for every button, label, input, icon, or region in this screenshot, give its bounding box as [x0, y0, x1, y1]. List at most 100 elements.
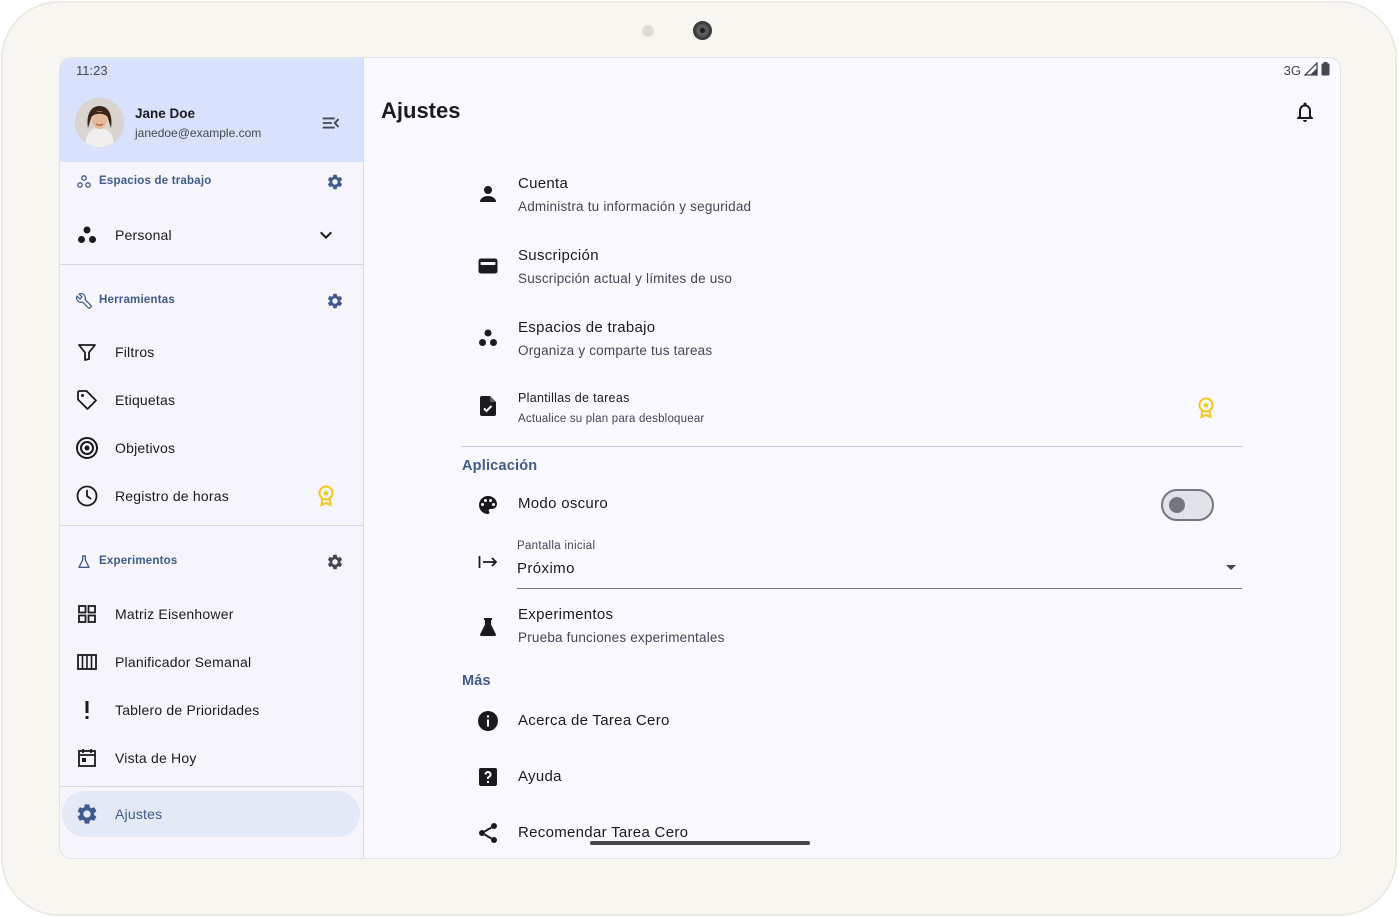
section-title-aplicacion: Aplicación — [462, 458, 538, 474]
experiments-settings-gear-icon[interactable] — [326, 553, 344, 571]
columns-icon — [75, 650, 99, 674]
experiments-header-label: Experimentos — [99, 555, 178, 567]
status-time: 11:23 — [76, 63, 108, 78]
flask-small-icon — [76, 554, 92, 570]
settings-row-cuenta[interactable]: Cuenta Administra tu información y segur… — [462, 168, 1242, 228]
navigation-drawer: 11:23 Jane Doe janedoe@example.com Espac… — [60, 58, 364, 858]
sidebar-item-label: Tablero de Prioridades — [115, 702, 260, 718]
start-screen-arrow-icon — [476, 550, 500, 574]
profile-email: janedoe@example.com — [135, 126, 262, 140]
settings-row-ayuda[interactable]: Ayuda — [462, 754, 1242, 800]
row-subtitle: Administra tu información y seguridad — [518, 199, 752, 214]
row-title: Modo oscuro — [518, 495, 609, 512]
section-divider — [462, 446, 1242, 447]
profile-name: Jane Doe — [135, 106, 196, 121]
bell-icon[interactable] — [1293, 100, 1317, 124]
row-title: Acerca de Tarea Cero — [518, 712, 670, 729]
light-sensor — [642, 25, 654, 37]
sidebar-item-matriz-eisenhower[interactable]: Matriz Eisenhower — [60, 591, 363, 637]
row-title: Cuenta — [518, 175, 569, 192]
sidebar-item-objetivos[interactable]: Objetivos — [60, 425, 363, 471]
info-icon — [476, 709, 500, 733]
task-template-icon — [476, 394, 500, 418]
sidebar-item-label: Etiquetas — [115, 392, 176, 408]
calendar-icon — [75, 746, 99, 770]
workspaces-settings-gear-icon[interactable] — [326, 173, 344, 191]
sidebar-item-label: Objetivos — [115, 440, 176, 456]
app-screen: 11:23 Jane Doe janedoe@example.com Espac… — [59, 57, 1341, 859]
chevron-down-icon[interactable] — [314, 223, 338, 247]
sidebar-item-tablero-de-prioridades[interactable]: Tablero de Prioridades — [60, 687, 363, 733]
workspace-dots-icon — [75, 223, 99, 247]
settings-row-espacios[interactable]: Espacios de trabajo Organiza y comparte … — [462, 312, 1242, 372]
settings-row-suscripcion[interactable]: Suscripción Suscripción actual y límites… — [462, 240, 1242, 300]
start-screen-dropdown[interactable]: Próximo — [517, 560, 575, 577]
row-title: Recomendar Tarea Cero — [518, 824, 689, 841]
sidebar-item-registro-de-horas[interactable]: Registro de horas — [60, 473, 363, 519]
row-subtitle: Actualice su plan para desbloquear — [518, 413, 705, 425]
filter-icon — [75, 340, 99, 364]
gesture-home-bar[interactable] — [590, 841, 810, 845]
target-icon — [75, 436, 99, 460]
settings-gear-icon — [75, 802, 99, 826]
sidebar-item-label: Filtros — [115, 344, 155, 360]
sidebar-divider — [60, 786, 363, 787]
workspace-selected-label: Personal — [115, 227, 172, 243]
sidebar-item-planificador-semanal[interactable]: Planificador Semanal — [60, 639, 363, 685]
workspaces-section-header: Espacios de trabajo — [60, 164, 363, 200]
sidebar-item-label: Vista de Hoy — [115, 750, 197, 766]
exclamation-icon — [75, 698, 99, 722]
settings-row-recomendar[interactable]: Recomendar Tarea Cero — [462, 810, 1242, 856]
workspaces-small-icon — [76, 174, 92, 190]
settings-row-modo-oscuro[interactable]: Modo oscuro — [462, 482, 1242, 528]
settings-row-experimentos[interactable]: Experimentos Prueba funciones experiment… — [462, 598, 1242, 658]
tools-settings-gear-icon[interactable] — [326, 292, 344, 310]
sidebar-item-filtros[interactable]: Filtros — [60, 329, 363, 375]
clock-icon — [75, 484, 99, 508]
wallet-icon — [476, 254, 500, 278]
avatar[interactable] — [75, 98, 124, 147]
page-title: Ajustes — [381, 98, 461, 123]
dark-mode-toggle[interactable] — [1161, 489, 1214, 521]
flask-icon — [476, 615, 500, 639]
premium-badge-icon — [314, 484, 338, 508]
toggle-knob — [1169, 497, 1185, 513]
sidebar-item-vista-de-hoy[interactable]: Vista de Hoy — [60, 735, 363, 781]
network-type: 3G — [1283, 63, 1301, 78]
collapse-menu-icon[interactable] — [320, 112, 342, 134]
tag-icon — [75, 388, 99, 412]
sidebar-item-label: Registro de horas — [115, 488, 229, 504]
profile-header[interactable]: 11:23 Jane Doe janedoe@example.com — [60, 58, 363, 162]
tools-section-header: Herramientas — [60, 283, 363, 319]
status-bar-right: 3G — [1283, 61, 1330, 79]
signal-icon — [1303, 61, 1318, 79]
sidebar-item-label: Planificador Semanal — [115, 654, 252, 670]
workspace-selector[interactable]: Personal — [60, 212, 363, 258]
sidebar-divider — [60, 525, 363, 526]
front-camera — [693, 21, 712, 40]
sidebar-divider — [60, 264, 363, 265]
dropdown-underline — [517, 588, 1242, 589]
battery-icon — [1321, 62, 1330, 79]
sidebar-item-ajustes[interactable]: Ajustes — [62, 791, 360, 837]
premium-badge-icon — [1194, 396, 1218, 420]
sidebar-item-etiquetas[interactable]: Etiquetas — [60, 377, 363, 423]
row-title: Suscripción — [518, 247, 599, 264]
settings-row-acerca[interactable]: Acerca de Tarea Cero — [462, 698, 1242, 744]
experiments-section-header: Experimentos — [60, 544, 363, 580]
row-title: Plantillas de tareas — [518, 391, 630, 405]
wrench-icon — [76, 293, 92, 309]
row-subtitle: Suscripción actual y límites de uso — [518, 271, 733, 286]
settings-row-plantillas[interactable]: Plantillas de tareas Actualice su plan p… — [462, 384, 1242, 440]
dropdown-arrow-icon[interactable] — [1219, 555, 1243, 579]
workspaces-icon — [476, 326, 500, 350]
row-title: Espacios de trabajo — [518, 319, 656, 336]
tools-header-label: Herramientas — [99, 294, 175, 306]
sidebar-item-label: Ajustes — [115, 806, 163, 822]
help-icon — [476, 765, 500, 789]
settings-main: 3G Ajustes Cuenta Administra tu informac… — [364, 58, 1340, 858]
start-screen-label: Pantalla inicial — [517, 540, 596, 552]
share-icon — [476, 821, 500, 845]
workspaces-header-label: Espacios de trabajo — [99, 175, 212, 187]
row-subtitle: Organiza y comparte tus tareas — [518, 343, 713, 358]
